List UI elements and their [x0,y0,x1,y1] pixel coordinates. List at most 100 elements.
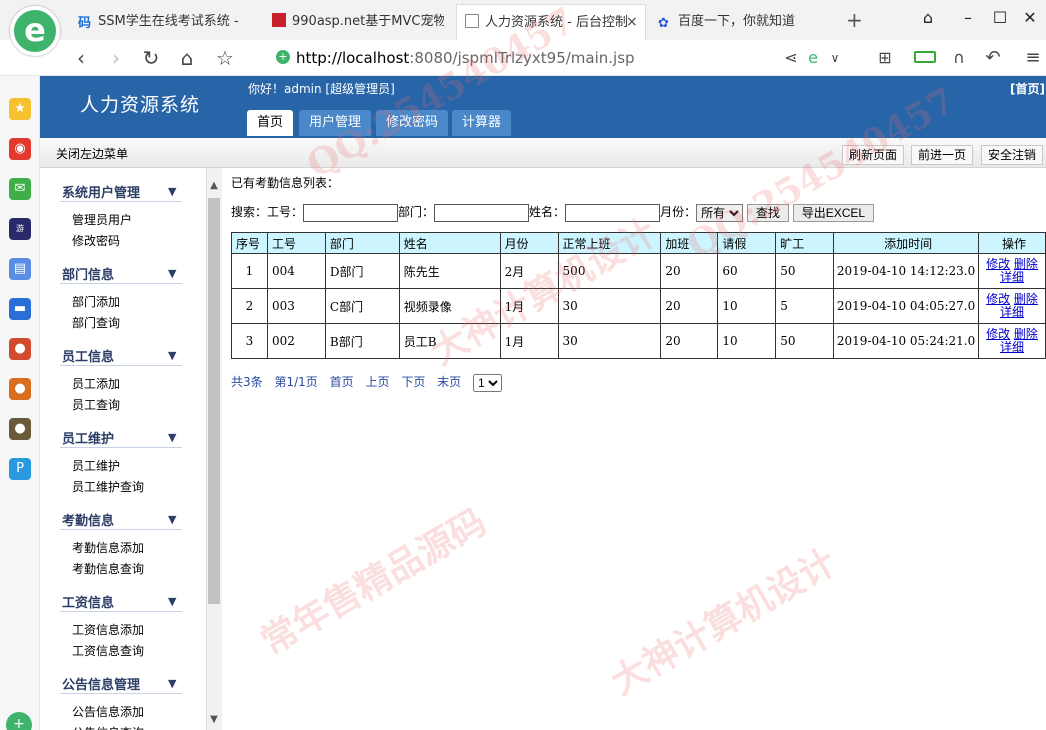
chevron-down-icon[interactable]: ▼ [168,595,176,608]
page-icon [465,14,479,28]
forward-page-button[interactable]: 前进一页 [911,145,974,165]
shirt-skin-icon[interactable]: ⌂ [916,6,940,30]
new-tab-button[interactable]: + [846,8,863,32]
menu-group-title[interactable]: 公告信息管理 [62,674,140,693]
menu-icon[interactable]: ≡ [1020,45,1046,71]
cell-absent: 50 [775,253,835,289]
menu-group-title[interactable]: 部门信息 [62,264,114,283]
scroll-down-icon[interactable]: ▼ [206,714,222,725]
headphone-icon[interactable]: ∩ [946,45,972,71]
menu-group-title[interactable]: 考勤信息 [62,510,114,529]
detail-link[interactable]: 详细 [1000,305,1024,319]
last-page-link[interactable]: 末页 [437,375,461,389]
apps-grid-icon[interactable]: ⊞ [872,45,898,71]
employee-id-input[interactable] [303,203,399,222]
pay-icon[interactable]: P [9,458,31,480]
tab-change-password[interactable]: 修改密码 [376,110,449,136]
game4-icon[interactable]: ● [9,418,31,440]
game3-icon[interactable]: ● [9,378,31,400]
game2-icon[interactable]: ● [9,338,31,360]
weibo-icon[interactable]: ◉ [9,138,31,160]
menu-item[interactable]: 工资信息查询 [72,642,144,659]
delete-link[interactable]: 删除 [1014,327,1038,341]
star-app-icon[interactable]: ★ [9,98,31,120]
home-link[interactable]: [首页] [1010,80,1045,97]
maximize-icon[interactable]: ☐ [988,6,1012,30]
tab-user-management[interactable]: 用户管理 [299,110,372,136]
menu-item[interactable]: 公告信息查询 [72,724,144,730]
tab-calculator[interactable]: 计算器 [452,110,512,136]
menu-item[interactable]: 员工添加 [72,375,120,392]
menu-item[interactable]: 部门查询 [72,314,120,331]
favorite-star-icon[interactable]: ☆ [212,45,238,71]
menu-item[interactable]: 员工查询 [72,396,120,413]
browser-tab-1[interactable]: 码 SSM学生在线考试系统 - [70,4,250,40]
menu-item[interactable]: 工资信息添加 [72,621,144,638]
chevron-down-icon[interactable]: ∨ [822,45,848,71]
cell-dept: B部门 [324,323,400,359]
tab-home[interactable]: 首页 [247,110,294,136]
detail-link[interactable]: 详细 [1000,270,1024,284]
menu-item[interactable]: 员工维护查询 [72,478,144,495]
menu-group-title[interactable]: 工资信息 [62,592,114,611]
game-app-icon[interactable]: 游 [9,218,31,240]
first-page-link[interactable]: 首页 [330,375,354,389]
menu-item[interactable]: 修改密码 [72,232,120,249]
minimize-icon[interactable]: – [956,6,980,30]
cell-actions: 修改 删除 详细 [978,253,1046,289]
menu-group-title[interactable]: 员工信息 [62,346,114,365]
battery-icon[interactable] [914,51,936,63]
export-excel-button[interactable]: 导出EXCEL [792,203,875,222]
browser-tab-3-active[interactable]: 人力资源系统 - 后台控制 [456,4,646,40]
prev-page-link[interactable]: 上页 [365,375,389,389]
chat-icon[interactable]: ▬ [9,298,31,320]
menu-group-title[interactable]: 系统用户管理 [62,182,140,201]
menu-item[interactable]: 部门添加 [72,293,120,310]
forward-icon[interactable]: › [103,45,129,71]
close-tab-icon[interactable]: × [626,14,638,30]
chevron-down-icon[interactable]: ▼ [168,349,176,362]
menu-item[interactable]: 考勤信息查询 [72,560,144,577]
refresh-page-button[interactable]: 刷新页面 [842,145,905,165]
mail-icon[interactable]: ✉ [9,178,31,200]
chevron-down-icon[interactable]: ▼ [168,267,176,280]
name-input[interactable] [565,203,661,222]
docs-icon[interactable]: ▤ [9,258,31,280]
browser-tab-2[interactable]: 990asp.net基于MVC宠物 [264,4,444,40]
menu-item[interactable]: 管理员用户 [72,211,132,228]
menu-item[interactable]: 考勤信息添加 [72,539,144,556]
logout-button[interactable]: 安全注销 [981,145,1044,165]
table-row: 2 003 C部门 视频录像 1月 30 20 10 5 2019-04-10 04:05:27.… [231,288,1046,324]
detail-link[interactable]: 详细 [1000,340,1024,354]
next-page-link[interactable]: 下页 [401,375,425,389]
reload-icon[interactable]: ↻ [138,45,164,71]
chevron-down-icon[interactable]: ▼ [168,185,176,198]
delete-link[interactable]: 删除 [1014,257,1038,271]
column-header: 月份 [499,232,559,254]
edit-link[interactable]: 修改 [986,327,1010,341]
undo-icon[interactable]: ↶ [980,45,1006,71]
browser-tab-4[interactable]: ✿ 百度一下，你就知道 [650,4,830,40]
chevron-down-icon[interactable]: ▼ [168,431,176,444]
back-icon[interactable]: ‹ [68,45,94,71]
page-select[interactable]: 1 [473,373,502,392]
chevron-down-icon[interactable]: ▼ [168,677,176,690]
month-select[interactable]: 所有 [696,203,744,222]
menu-item[interactable]: 公告信息添加 [72,703,144,720]
browser-logo-icon[interactable]: e [10,6,60,56]
window-close-icon[interactable]: ✕ [1018,6,1042,30]
browser-tab-3-label: 人力资源系统 - 后台控制 [485,15,628,30]
close-left-menu-link[interactable]: 关闭左边菜单 [56,145,128,162]
edit-link[interactable]: 修改 [986,292,1010,306]
menu-item[interactable]: 员工维护 [72,457,120,474]
column-header: 添加时间 [833,232,980,254]
chevron-down-icon[interactable]: ▼ [168,513,176,526]
scroll-up-icon[interactable]: ▲ [206,180,222,191]
menu-scrollbar-thumb[interactable] [208,198,220,604]
department-input[interactable] [434,203,530,222]
menu-group-title[interactable]: 员工维护 [62,428,114,447]
home-icon[interactable]: ⌂ [174,45,200,71]
search-button[interactable]: 查找 [746,203,789,222]
edit-link[interactable]: 修改 [986,257,1010,271]
delete-link[interactable]: 删除 [1014,292,1038,306]
